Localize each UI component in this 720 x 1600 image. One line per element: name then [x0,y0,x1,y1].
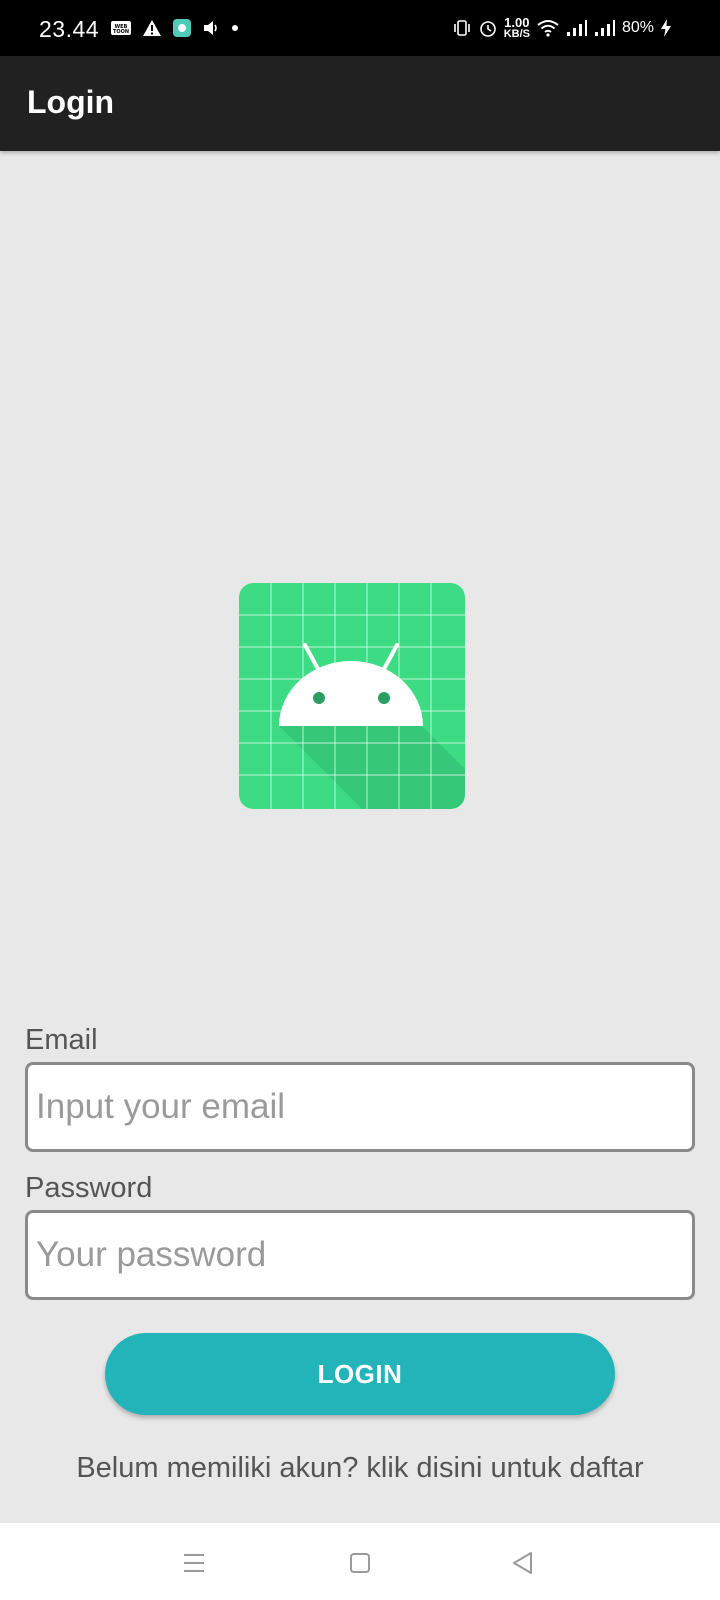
svg-text:TOON: TOON [113,29,129,35]
home-icon[interactable] [342,1545,378,1581]
password-label: Password [25,1172,153,1204]
net-speed: 1.00 KB/S [503,16,530,40]
email-field[interactable] [25,1062,695,1152]
navigation-bar [0,1523,720,1600]
register-link[interactable]: Belum memiliki akun? klik disini untuk d… [0,1452,720,1485]
net-speed-unit: KB/S [503,28,530,40]
password-field[interactable] [25,1210,695,1300]
warning-icon [142,19,162,37]
login-button[interactable]: LOGIN [105,1333,615,1415]
charging-icon [660,18,672,38]
system-status-icons: 1.00 KB/S 80% [452,16,672,40]
app-notification-icon [172,18,192,38]
back-icon[interactable] [505,1545,541,1581]
vibrate-icon [452,19,472,37]
notification-icons: WEB TOON [110,18,240,38]
signal-icon [594,19,616,37]
signal-icon [566,19,588,37]
webtoon-icon: WEB TOON [110,19,132,37]
alarm-icon [478,18,498,38]
dot-icon [230,23,240,33]
battery-level: 80% [621,18,654,36]
menu-icon[interactable] [176,1545,212,1581]
android-logo-icon [239,583,465,809]
app-bar: Login [0,56,720,151]
status-time: 23.44 [39,16,100,42]
status-bar: 23.44 WEB TOON 1.00 KB/S 80% [0,0,720,56]
wifi-icon [536,19,560,37]
email-label: Email [25,1024,98,1056]
page-title: Login [27,84,115,120]
volume-icon [202,20,220,36]
